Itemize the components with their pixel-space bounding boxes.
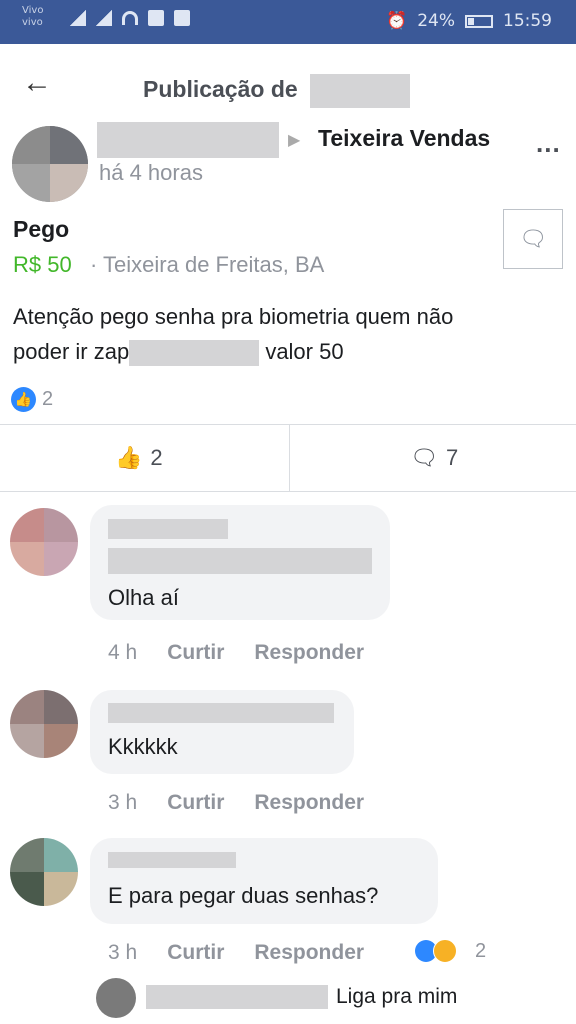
- reaction-count: 2: [42, 388, 54, 410]
- comment-like-link[interactable]: Curtir: [167, 641, 224, 665]
- action-bar: 👍 2 🗨 7: [0, 424, 576, 492]
- reaction-summary[interactable]: 👍 2: [11, 387, 53, 412]
- comment-reaction-count: 2: [475, 939, 487, 962]
- post-body-line1: Atenção pego senha pra biometria quem nã…: [13, 304, 454, 329]
- comment-meta: 3 h Curtir Responder: [108, 791, 364, 815]
- body-text-end: valor 50: [265, 339, 344, 364]
- comment-meta: 3 h Curtir Responder: [108, 941, 364, 965]
- alarm-icon: ⏰: [386, 11, 408, 31]
- redacted-author-name[interactable]: [97, 122, 279, 158]
- comment-bubble[interactable]: [90, 838, 438, 924]
- comment-count: 7: [445, 445, 459, 470]
- comment-meta: 4 h Curtir Responder: [108, 641, 364, 665]
- message-seller-button[interactable]: 🗨: [503, 209, 563, 269]
- comment-text: Olha aí: [108, 585, 179, 610]
- redacted-commenter-name[interactable]: [108, 519, 228, 539]
- redacted-commenter-name[interactable]: [108, 703, 334, 723]
- comment-text: Kkkkkk: [108, 734, 178, 759]
- comment-time[interactable]: 3 h: [108, 791, 137, 815]
- like-count: 2: [150, 445, 163, 470]
- group-name[interactable]: Teixeira Vendas: [318, 125, 490, 152]
- like-reaction-icon: 👍: [11, 387, 36, 412]
- reply-avatar[interactable]: [96, 978, 136, 1018]
- clock: 15:59: [503, 11, 552, 31]
- reply-text: Liga pra mim: [336, 985, 458, 1008]
- redacted-commenter-name[interactable]: [108, 852, 236, 868]
- back-arrow-icon[interactable]: ←: [22, 68, 52, 98]
- facebook-notification-icon: [148, 10, 164, 26]
- post-time[interactable]: há 4 horas: [99, 160, 203, 186]
- carrier-label: Vivo vivo: [22, 5, 44, 28]
- battery-icon: [465, 14, 493, 28]
- comment-reply-link[interactable]: Responder: [254, 941, 364, 965]
- commenter-avatar[interactable]: [10, 690, 78, 758]
- thumbs-up-icon: 👍: [115, 445, 143, 470]
- commenter-avatar[interactable]: [10, 508, 78, 576]
- status-bar: Vivo vivo ⏰ 24% 15:59: [0, 0, 576, 44]
- page-title-text: Publicação de: [143, 76, 298, 103]
- signal-icon-2: [96, 10, 112, 26]
- status-right: ⏰ 24% 15:59: [386, 11, 552, 31]
- comment-button[interactable]: 🗨 7: [410, 425, 458, 491]
- post-body-line2: poder ir zap valor 50: [13, 335, 344, 369]
- listing-price: R$ 50: [13, 252, 72, 277]
- comment-reactions[interactable]: 2: [415, 939, 486, 963]
- comment-like-link[interactable]: Curtir: [167, 791, 224, 815]
- chat-bubble-icon: 🗨: [519, 226, 547, 251]
- comment-time[interactable]: 3 h: [108, 941, 137, 965]
- more-options-icon[interactable]: ...: [536, 128, 561, 159]
- comment-time[interactable]: 4 h: [108, 641, 137, 665]
- author-avatar[interactable]: [12, 126, 88, 202]
- page-title: Publicação de: [143, 74, 411, 108]
- body-text-start: poder ir zap: [13, 339, 130, 364]
- listing-title: Pego: [13, 216, 70, 242]
- status-icons: [70, 10, 190, 26]
- like-button[interactable]: 👍 2: [115, 425, 163, 491]
- header: ← Publicação de: [0, 44, 576, 124]
- comment-icon: 🗨: [410, 445, 438, 470]
- wifi-icon: [122, 11, 138, 25]
- redacted-phone: [129, 340, 260, 367]
- listing-location: · Teixeira de Freitas, BA: [90, 252, 325, 277]
- battery-percent: 24%: [417, 11, 455, 31]
- comment-like-link[interactable]: Curtir: [167, 941, 224, 965]
- haha-reaction-icon: [433, 939, 457, 963]
- redacted-comment-text: [108, 548, 372, 574]
- triangle-right-icon: ▶: [288, 132, 301, 149]
- comment-text: E para pegar duas senhas?: [108, 883, 379, 908]
- app-notification-icon: [174, 10, 190, 26]
- comment-reply-link[interactable]: Responder: [254, 791, 364, 815]
- signal-icon: [70, 10, 86, 26]
- action-divider: [289, 425, 290, 491]
- commenter-avatar[interactable]: [10, 838, 78, 906]
- redacted-name: [310, 74, 411, 108]
- redacted-reply-name[interactable]: [146, 985, 328, 1009]
- comment-reply-link[interactable]: Responder: [254, 641, 364, 665]
